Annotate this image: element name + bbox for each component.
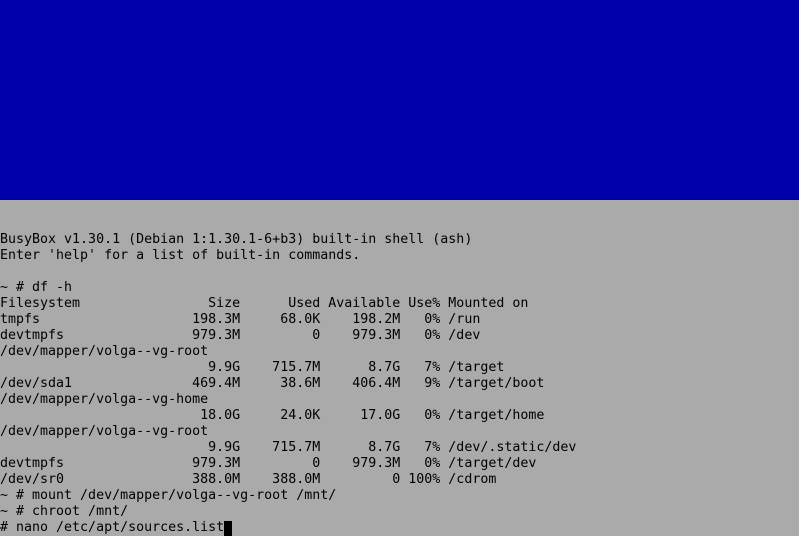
terminal-line: /dev/mapper/volga--vg-root — [0, 424, 209, 439]
terminal-line: 9.9G 715.7M 8.7G 7% /target — [0, 360, 505, 375]
terminal-line: 18.0G 24.0K 17.0G 0% /target/home — [0, 408, 545, 423]
console-screen: BusyBox v1.30.1 (Debian 1:1.30.1-6+b3) b… — [0, 0, 799, 536]
terminal-line: /dev/mapper/volga--vg-root — [0, 344, 209, 359]
terminal-output: BusyBox v1.30.1 (Debian 1:1.30.1-6+b3) b… — [0, 232, 576, 536]
terminal-line: ~ # mount /dev/mapper/volga--vg-root /mn… — [0, 488, 337, 503]
terminal-line: tmpfs 198.3M 68.0K 198.2M 0% /run — [0, 312, 481, 327]
terminal-line: /dev/sda1 469.4M 38.6M 406.4M 9% /target… — [0, 376, 545, 391]
terminal-line: BusyBox v1.30.1 (Debian 1:1.30.1-6+b3) b… — [0, 232, 473, 247]
terminal-line: ~ # chroot /mnt/ — [0, 504, 129, 519]
command-prompt-line[interactable]: # nano /etc/apt/sources.list — [0, 520, 576, 536]
terminal-line: /dev/mapper/volga--vg-home — [0, 392, 209, 407]
terminal-line: 9.9G 715.7M 8.7G 7% /dev/.static/dev — [0, 440, 577, 455]
text-cursor — [224, 521, 233, 536]
terminal-line: devtmpfs 979.3M 0 979.3M 0% /target/dev — [0, 456, 537, 471]
terminal-line: devtmpfs 979.3M 0 979.3M 0% /dev — [0, 328, 481, 343]
terminal-line: Enter 'help' for a list of built-in comm… — [0, 248, 361, 263]
current-command[interactable]: # nano /etc/apt/sources.list — [0, 520, 224, 535]
busybox-terminal[interactable]: BusyBox v1.30.1 (Debian 1:1.30.1-6+b3) b… — [0, 200, 799, 536]
terminal-line: Filesystem Size Used Available Use% Moun… — [0, 296, 529, 311]
blue-top-band — [0, 0, 799, 200]
terminal-line: /dev/sr0 388.0M 388.0M 0 100% /cdrom — [0, 472, 497, 487]
terminal-line: ~ # df -h — [0, 280, 73, 295]
